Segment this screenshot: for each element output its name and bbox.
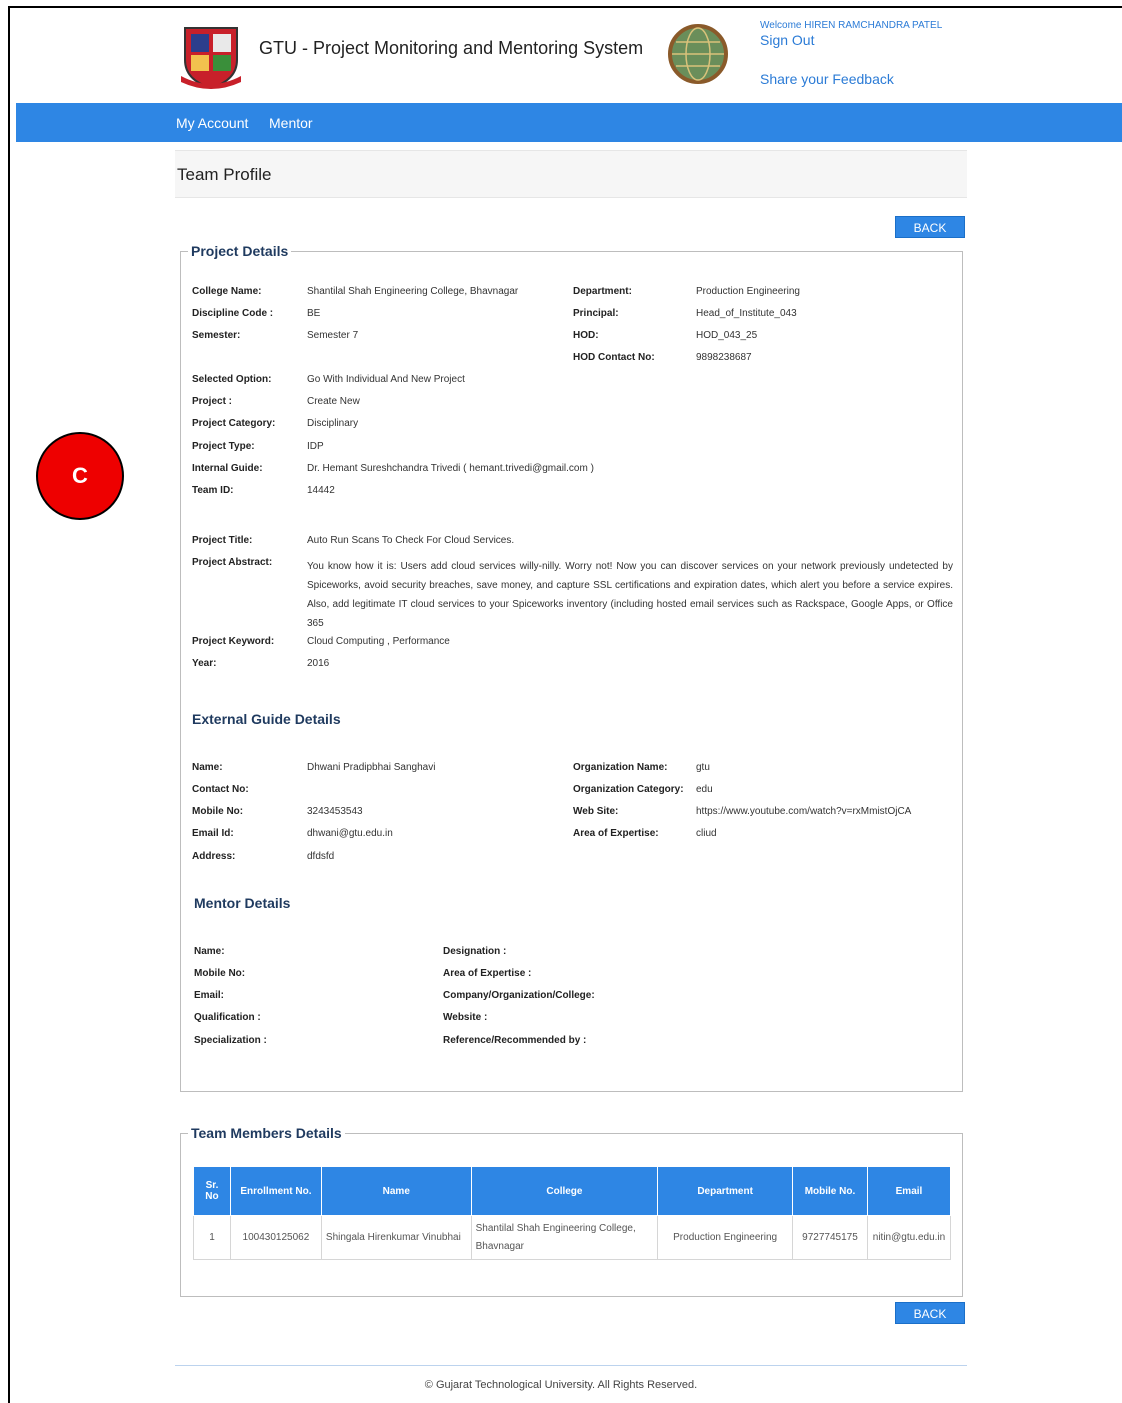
cell-email: nitin@gtu.edu.in bbox=[866, 1215, 952, 1260]
col-enrollment: Enrollment No. bbox=[229, 1166, 322, 1216]
cell-name: Shingala Hirenkumar Vinubhai bbox=[320, 1215, 472, 1260]
department-value: Production Engineering bbox=[696, 286, 800, 297]
page-title: Team Profile bbox=[177, 165, 272, 184]
project-type-value: IDP bbox=[307, 441, 324, 452]
mentor-designation-label: Designation : bbox=[443, 946, 507, 957]
project-details-fieldset bbox=[180, 251, 963, 1092]
mentor-specialization-label: Specialization : bbox=[194, 1035, 267, 1046]
page-title-bar: Team Profile bbox=[175, 150, 967, 198]
selected-option-value: Go With Individual And New Project bbox=[307, 374, 465, 385]
project-details-legend: Project Details bbox=[188, 243, 292, 259]
eg-email-value: dhwani@gtu.edu.in bbox=[307, 828, 393, 839]
eg-org-name-label: Organization Name: bbox=[573, 762, 668, 773]
mentor-mobile-label: Mobile No: bbox=[194, 968, 246, 979]
cell-college: Shantilal Shah Engineering College, Bhav… bbox=[470, 1215, 659, 1260]
col-email: Email bbox=[866, 1166, 952, 1216]
college-name-value: Shantilal Shah Engineering College, Bhav… bbox=[307, 286, 519, 297]
col-mobile: Mobile No. bbox=[792, 1166, 868, 1216]
mentor-name-label: Name: bbox=[194, 946, 225, 957]
cell-enrollment: 100430125062 bbox=[229, 1215, 322, 1260]
feedback-link[interactable]: Share your Feedback bbox=[760, 71, 894, 87]
sign-out-link[interactable]: Sign Out bbox=[760, 32, 814, 48]
welcome-text: Welcome HIREN RAMCHANDRA PATEL bbox=[760, 20, 943, 31]
mentor-reference-label: Reference/Recommended by : bbox=[443, 1035, 587, 1046]
eg-expertise-label: Area of Expertise: bbox=[573, 828, 659, 839]
department-label: Department: bbox=[573, 286, 632, 297]
back-button-top[interactable]: BACK bbox=[895, 216, 965, 238]
discipline-value: BE bbox=[307, 308, 321, 319]
hod-value: HOD_043_25 bbox=[696, 330, 758, 341]
project-type-label: Project Type: bbox=[192, 441, 255, 452]
project-keyword-value: Cloud Computing , Performance bbox=[307, 636, 450, 647]
internal-guide-label: Internal Guide: bbox=[192, 463, 263, 474]
nav-my-account[interactable]: My Account bbox=[176, 115, 248, 131]
project-value: Create New bbox=[307, 396, 360, 407]
project-abstract-label: Project Abstract: bbox=[192, 557, 273, 568]
eg-name-value: Dhwani Pradipbhai Sanghavi bbox=[307, 762, 436, 773]
hod-contact-label: HOD Contact No: bbox=[573, 352, 655, 363]
table-header-row: Sr. No Enrollment No. Name College Depar… bbox=[193, 1166, 952, 1216]
back-button-bottom[interactable]: BACK bbox=[895, 1302, 965, 1324]
eg-mobile-value: 3243453543 bbox=[307, 806, 363, 817]
cell-sr-no: 1 bbox=[193, 1215, 231, 1260]
project-category-value: Disciplinary bbox=[307, 418, 359, 429]
internal-guide-value: Dr. Hemant Sureshchandra Trivedi ( heman… bbox=[307, 463, 594, 474]
principal-label: Principal: bbox=[573, 308, 619, 319]
eg-contact-label: Contact No: bbox=[192, 784, 249, 795]
eg-name-label: Name: bbox=[192, 762, 223, 773]
mentor-heading: Mentor Details bbox=[194, 895, 291, 911]
eg-expertise-value: cliud bbox=[696, 828, 717, 839]
project-category-label: Project Category: bbox=[192, 418, 276, 429]
project-label: Project : bbox=[192, 396, 233, 407]
col-department: Department bbox=[657, 1166, 794, 1216]
cell-mobile: 9727745175 bbox=[792, 1215, 868, 1260]
nav-mentor[interactable]: Mentor bbox=[269, 115, 313, 131]
mentor-qualification-label: Qualification : bbox=[194, 1012, 261, 1023]
eg-org-name-value: gtu bbox=[696, 762, 710, 773]
col-name: Name bbox=[320, 1166, 472, 1216]
hod-label: HOD: bbox=[573, 330, 599, 341]
team-members-table: Sr. No Enrollment No. Name College Depar… bbox=[193, 1166, 952, 1260]
selected-option-label: Selected Option: bbox=[192, 374, 272, 385]
project-title-value: Auto Run Scans To Check For Cloud Servic… bbox=[307, 535, 515, 546]
semester-value: Semester 7 bbox=[307, 330, 359, 341]
footer-divider bbox=[175, 1365, 967, 1366]
college-name-label: College Name: bbox=[192, 286, 262, 297]
cell-department: Production Engineering bbox=[657, 1215, 794, 1260]
semester-label: Semester: bbox=[192, 330, 241, 341]
year-value: 2016 bbox=[307, 658, 330, 669]
eg-mobile-label: Mobile No: bbox=[192, 806, 244, 817]
eg-org-category-value: edu bbox=[696, 784, 713, 795]
eg-address-label: Address: bbox=[192, 851, 236, 862]
main-navbar: My Account Mentor bbox=[16, 103, 1122, 142]
mentor-email-label: Email: bbox=[194, 990, 225, 1001]
year-label: Year: bbox=[192, 658, 217, 669]
eg-address-value: dfdsfd bbox=[307, 851, 335, 862]
project-abstract-value: You know how it is: Users add cloud serv… bbox=[307, 561, 953, 629]
eg-org-category-label: Organization Category: bbox=[573, 784, 684, 795]
principal-value: Head_of_Institute_043 bbox=[696, 308, 797, 319]
project-keyword-label: Project Keyword: bbox=[192, 636, 275, 647]
team-id-value: 14442 bbox=[307, 485, 335, 496]
team-id-label: Team ID: bbox=[192, 485, 234, 496]
project-title-label: Project Title: bbox=[192, 535, 253, 546]
hod-contact-value: 9898238687 bbox=[696, 352, 752, 363]
eg-email-label: Email Id: bbox=[192, 828, 234, 839]
annotation-marker-c: C bbox=[36, 432, 124, 520]
mentor-website-label: Website : bbox=[443, 1012, 488, 1023]
globe-logo-icon bbox=[668, 24, 728, 84]
mentor-expertise-label: Area of Expertise : bbox=[443, 968, 532, 979]
col-sr-no: Sr. No bbox=[193, 1166, 231, 1216]
discipline-label: Discipline Code : bbox=[192, 308, 274, 319]
col-college: College bbox=[470, 1166, 659, 1216]
eg-website-label: Web Site: bbox=[573, 806, 619, 817]
app-title: GTU - Project Monitoring and Mentoring S… bbox=[259, 38, 644, 58]
table-row: 1 100430125062 Shingala Hirenkumar Vinub… bbox=[193, 1215, 952, 1260]
team-members-legend: Team Members Details bbox=[188, 1125, 345, 1141]
gtu-logo-icon bbox=[181, 27, 241, 90]
footer-copyright: © Gujarat Technological University. All … bbox=[424, 1379, 698, 1391]
eg-website-value[interactable]: https://www.youtube.com/watch?v=rxMmistO… bbox=[696, 806, 911, 817]
external-guide-heading: External Guide Details bbox=[192, 711, 341, 727]
mentor-company-label: Company/Organization/College: bbox=[443, 990, 595, 1001]
